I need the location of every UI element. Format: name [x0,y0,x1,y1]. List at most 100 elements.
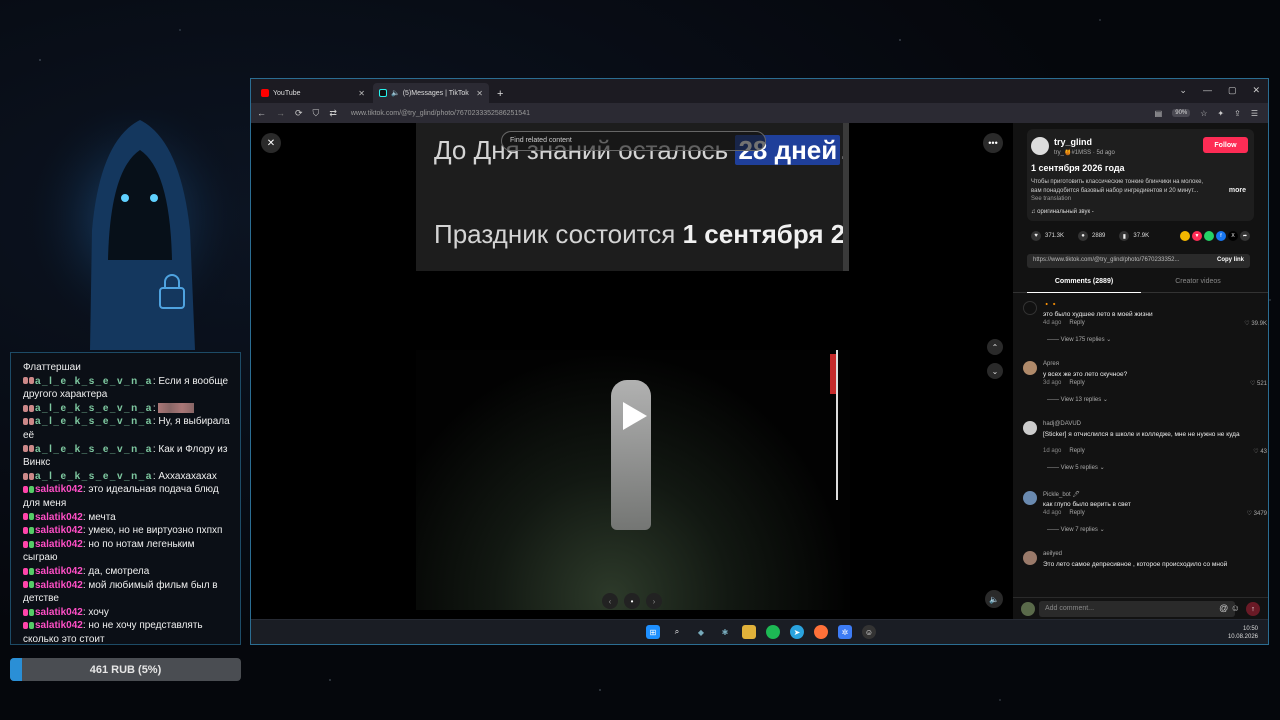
firefox-icon[interactable] [814,625,828,639]
reply-button[interactable]: Reply [1069,510,1084,516]
url-bar[interactable]: www.tiktok.com/@try_glind/photo/76702333… [351,110,530,117]
folder-icon[interactable] [742,625,756,639]
more-options-button[interactable]: ••• [983,133,1003,153]
chevron-up-icon[interactable]: ⌃ [987,339,1003,355]
windows-start-icon[interactable]: ⊞ [646,625,660,639]
chat-message: a_l_e_k_s_e_v_n_a: Ну, я выбирала её [23,416,230,441]
menu-icon[interactable]: ☰ [1251,109,1258,118]
avatar[interactable] [1023,551,1037,565]
window-controls: ⌄ — ▢ ✕ [1179,85,1260,96]
prev-slide-button[interactable]: ‹ [602,593,618,609]
tab-youtube[interactable]: YouTube ✕ [255,83,371,103]
reply-button[interactable]: Reply [1069,320,1084,326]
avatar[interactable] [1023,361,1037,375]
comment-likes[interactable]: ♡ 521 [1250,380,1267,387]
reply-button[interactable]: Reply [1069,448,1084,454]
repost-icon[interactable]: ▼ [1192,231,1202,241]
play-icon[interactable] [623,402,647,430]
maximize-button[interactable]: ▢ [1228,85,1237,96]
share-icon[interactable]: ⇪ [1234,109,1241,118]
avatar[interactable] [1031,137,1049,155]
slide-navigation: ‹ • › [602,593,662,609]
clock-date: 10.08.2026 [1227,634,1258,640]
whatsapp-icon[interactable] [1204,231,1214,241]
author-meta: try_🍯#1MSS · 5d ago [1054,150,1115,156]
comment-button[interactable]: ● 2889 [1078,231,1105,241]
comment-text: у всех же это лето скучное? [1043,371,1128,378]
tab-label: YouTube [273,89,301,97]
view-replies-button[interactable]: —— View 5 replies ⌄ [1047,464,1105,471]
app-icon[interactable]: ☺ [862,625,876,639]
app-icon[interactable]: ✲ [838,625,852,639]
view-replies-button[interactable]: —— View 175 replies ⌄ [1047,336,1111,343]
save-button[interactable]: ▮ 37.9K [1119,231,1149,241]
facebook-icon[interactable]: f [1216,231,1226,241]
shield-icon[interactable]: ⛉ [313,108,320,119]
avatar[interactable] [1023,301,1037,315]
sound-link[interactable]: ♫ оригинальный звук - [1031,209,1094,215]
zoom-level[interactable]: 90% [1172,109,1191,117]
close-viewer-button[interactable]: ✕ [261,133,281,153]
list-item: aeilyed Это лето самое депресивное , кот… [1023,551,1267,581]
comment-author[interactable]: 🔸🔸 [1043,301,1058,308]
comment-author[interactable]: hadj@DAVUD [1043,421,1081,427]
copy-link-button[interactable]: Copy link [1217,257,1244,263]
reader-icon[interactable]: ▤ [1155,109,1163,118]
find-related-content-button[interactable]: Find related content [501,131,766,151]
comment-likes[interactable]: ♡ 43 [1253,448,1267,455]
comment-text: Это лето самое депресивное , которое про… [1043,561,1228,568]
reload-icon[interactable]: ⟳ [295,108,303,119]
golf-flag [830,350,838,500]
reply-button[interactable]: Reply [1069,380,1084,386]
more-button[interactable]: more [1229,187,1246,194]
list-item: Аргея у всех же это лето скучное? 3d ago… [1023,361,1267,416]
heart-icon: ♥ [1031,231,1041,241]
app-icon[interactable]: ◆ [694,625,708,639]
search-icon[interactable]: ⌕ [670,625,684,639]
new-tab-button[interactable]: + [491,88,509,103]
view-replies-button[interactable]: —— View 13 replies ⌄ [1047,396,1108,403]
comment-meta: 4d ago Reply [1043,320,1085,326]
send-button[interactable]: ↑ [1246,602,1260,616]
author-name[interactable]: try_glind [1054,137,1092,147]
chevron-down-icon[interactable]: ⌄ [987,363,1003,379]
comment-author[interactable]: aeilyed [1043,551,1062,557]
tab-creator-videos[interactable]: Creator videos [1141,278,1255,285]
volume-icon[interactable]: 🔈 [985,590,1003,608]
close-window-button[interactable]: ✕ [1252,85,1260,96]
mention-emoji-icons[interactable]: @ ☺ [1219,603,1240,613]
view-replies-button[interactable]: —— View 7 replies ⌄ [1047,526,1105,533]
x-icon[interactable]: X [1228,231,1238,241]
like-button[interactable]: ♥ 371.3K [1031,231,1064,241]
slide-dot[interactable]: • [624,593,640,609]
star-icon[interactable]: ☆ [1200,109,1207,118]
comment-likes[interactable]: ♡ 3479 [1247,510,1267,517]
app-icon[interactable]: ✱ [718,625,732,639]
speaker-icon[interactable]: 🔈 [391,89,400,97]
comment-likes[interactable]: ♡ 39.9K [1244,320,1267,327]
spotify-icon[interactable] [766,625,780,639]
forward-icon[interactable]: → [276,108,285,118]
extension-icon[interactable]: ✦ [1217,109,1224,118]
coin-icon[interactable] [1180,231,1190,241]
tab-comments[interactable]: Comments (2889) [1027,278,1141,293]
tab-tiktok[interactable]: 🔈 (5)Messages | TikTok ✕ [373,83,489,103]
share-arrow-icon[interactable]: ➦ [1240,231,1250,241]
back-icon[interactable]: ← [257,108,266,118]
next-slide-button[interactable]: › [646,593,662,609]
comment-input[interactable]: Add comment... [1039,601,1235,617]
close-icon[interactable]: ✕ [358,89,365,98]
telegram-icon[interactable]: ➤ [790,625,804,639]
avatar[interactable] [1023,421,1037,435]
follow-button[interactable]: Follow [1203,137,1248,153]
comment-author[interactable]: Pickle_bot 🖊 [1043,491,1080,498]
comment-author[interactable]: Аргея [1043,361,1059,367]
comment-text: это было худшее лето в моей жизни [1043,311,1153,318]
close-icon[interactable]: ✕ [476,89,483,98]
chevron-down-icon[interactable]: ⌄ [1179,85,1187,96]
minimize-button[interactable]: — [1203,85,1212,96]
permissions-icon[interactable]: ⇄ [329,108,337,119]
see-translation-link[interactable]: See translation [1031,196,1071,202]
avatar[interactable] [1023,491,1037,505]
donation-goal-bar: 461 RUB (5%) [10,658,241,681]
